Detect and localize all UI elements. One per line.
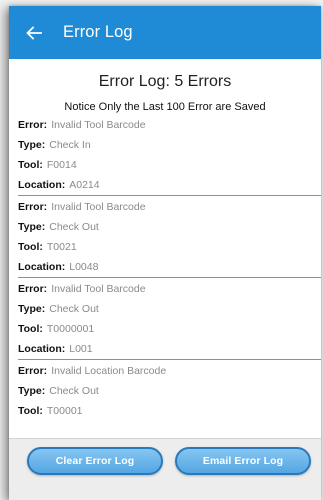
error-entry[interactable]: Error: Invalid Tool Barcode Type: Check Ou… — [18, 197, 321, 278]
error-label: Error: — [18, 365, 48, 377]
location-value: L0048 — [69, 261, 99, 273]
type-value: Check Out — [49, 303, 99, 315]
tool-label: Tool: — [18, 323, 43, 335]
location-value: A0214 — [69, 179, 100, 191]
error-entry[interactable]: Error: Invalid Tool Barcode Type: Check In… — [18, 115, 321, 196]
tool-row: Tool: F0014 — [18, 155, 321, 175]
type-label: Type: — [18, 303, 46, 315]
notice-text: Notice Only the Last 100 Error are Saved — [64, 101, 266, 113]
location-label: Location: — [18, 261, 66, 273]
app-title: Error Log — [63, 23, 133, 41]
type-row: Type: Check In — [18, 135, 321, 155]
tool-value: T0000001 — [46, 323, 95, 335]
email-error-log-button[interactable]: Email Error Log — [175, 447, 311, 475]
type-value: Check In — [49, 139, 91, 151]
type-row: Type: Check Out — [18, 381, 321, 401]
tool-value: F0014 — [46, 159, 77, 171]
type-row: Type: Check Out — [18, 217, 321, 237]
tool-row: Tool: T00001 — [18, 401, 321, 421]
device-screen: Error Log Error Log: 5 Errors Notice Onl… — [9, 6, 321, 500]
location-value: L001 — [69, 343, 93, 355]
error-row: Error: Invalid Tool Barcode — [18, 279, 321, 299]
error-count-heading: Error Log: 5 Errors — [98, 73, 232, 90]
error-row: Error: Invalid Tool Barcode — [18, 197, 321, 217]
tool-label: Tool: — [18, 159, 43, 171]
error-value: Invalid Tool Barcode — [51, 201, 146, 213]
tool-row: Tool: T0021 — [18, 237, 321, 257]
type-value: Check Out — [49, 221, 99, 233]
location-label: Location: — [18, 179, 66, 191]
error-row: Error: Invalid Tool Barcode — [18, 115, 321, 135]
error-label: Error: — [18, 201, 48, 213]
back-arrow-icon[interactable] — [25, 24, 43, 42]
location-label: Location: — [18, 343, 66, 355]
error-value: Invalid Tool Barcode — [51, 283, 146, 295]
error-entry[interactable]: Error: Invalid Tool Barcode Type: Check Ou… — [18, 279, 321, 360]
error-list: Error: Invalid Tool Barcode Type: Check In… — [18, 115, 321, 421]
tool-value: T0021 — [46, 241, 77, 253]
button-bar: Clear Error Log Email Error Log — [9, 438, 321, 500]
error-value: Invalid Tool Barcode — [51, 119, 146, 131]
tool-label: Tool: — [18, 405, 43, 417]
tool-label: Tool: — [18, 241, 43, 253]
error-value: Invalid Location Barcode — [51, 365, 167, 377]
app-bar: Error Log — [9, 6, 321, 59]
location-row: Location: A0214 — [18, 175, 321, 195]
error-entry[interactable]: Error: Invalid Location Barcode Type: Chec… — [18, 361, 321, 421]
tool-row: Tool: T0000001 — [18, 319, 321, 339]
type-label: Type: — [18, 221, 46, 233]
clear-error-log-button[interactable]: Clear Error Log — [27, 447, 163, 475]
error-row: Error: Invalid Location Barcode — [18, 361, 321, 381]
location-row: Location: L001 — [18, 339, 321, 359]
error-label: Error: — [18, 283, 48, 295]
type-label: Type: — [18, 139, 46, 151]
type-value: Check Out — [49, 385, 99, 397]
location-row: Location: L0048 — [18, 257, 321, 277]
type-label: Type: — [18, 385, 46, 397]
tool-value: T00001 — [46, 405, 83, 417]
error-label: Error: — [18, 119, 48, 131]
type-row: Type: Check Out — [18, 299, 321, 319]
